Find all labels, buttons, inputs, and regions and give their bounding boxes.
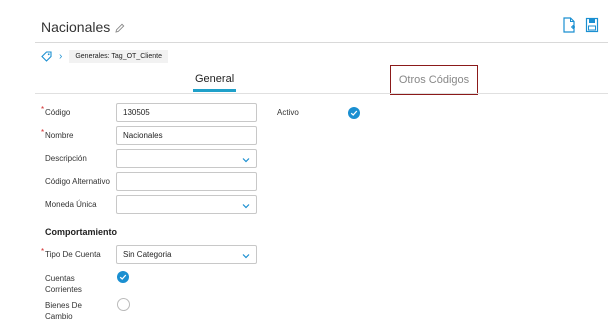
required-marker: * [41,105,45,114]
header-divider [35,42,608,43]
new-document-icon[interactable] [562,17,576,33]
descripcion-label: Descripción [45,154,87,163]
chevron-down-icon [242,252,250,258]
tab-otros-codigos[interactable]: Otros Códigos [390,65,478,95]
page-title: Nacionales [41,19,126,35]
tipo-cuenta-label-text: Tipo De Cuenta [45,250,101,259]
codigo-label-text: Código [45,108,71,117]
save-icon[interactable] [585,17,599,33]
descripcion-select[interactable] [116,149,257,168]
required-marker: * [41,128,45,137]
comportamiento-heading: Comportamiento [45,227,117,237]
nombre-label: * Nombre [41,128,74,140]
edit-pencil-icon[interactable] [114,21,126,33]
top-toolbar [562,17,599,33]
active-tab-underline [193,89,237,92]
bienes-cambio-checkbox[interactable] [117,298,130,311]
chevron-right-icon[interactable]: › [59,51,62,62]
tipo-cuenta-select[interactable]: Sin Categoria [116,245,257,264]
codigo-alternativo-field[interactable] [116,172,257,191]
codigo-value: 130505 [123,108,150,117]
page-title-text: Nacionales [41,19,111,35]
activo-checkbox[interactable] [348,107,360,119]
codigo-label: * Código [41,105,71,117]
moneda-unica-label: Moneda Única [45,200,97,209]
cuentas-corrientes-line2: Corrientes [45,285,82,294]
tag-icon[interactable] [41,51,52,62]
check-icon [119,274,127,280]
chevron-down-icon [242,202,250,208]
bienes-cambio-line1: Bienes De [45,301,82,310]
cuentas-corrientes-line1: Cuentas [45,274,75,283]
tabs-divider [35,93,608,94]
tab-general-label: General [195,73,235,85]
cuentas-corrientes-checkbox[interactable] [117,271,129,283]
activo-label: Activo [277,108,299,117]
required-marker: * [41,247,45,256]
moneda-unica-select[interactable] [116,195,257,214]
check-icon [350,110,358,116]
nombre-field[interactable]: Nacionales [116,126,257,145]
bienes-cambio-label: Bienes De Cambio [45,300,82,322]
tipo-cuenta-label: * Tipo De Cuenta [41,247,101,259]
tag-chip[interactable]: Generales: Tag_OT_Cliente [69,50,168,63]
tipo-cuenta-value: Sin Categoria [123,250,172,259]
codigo-field[interactable]: 130505 [116,103,257,122]
cuentas-corrientes-label: Cuentas Corrientes [45,273,82,295]
breadcrumb: › Generales: Tag_OT_Cliente [41,50,168,63]
tab-otros-codigos-label: Otros Códigos [398,74,470,86]
tab-general[interactable]: General [193,73,237,92]
chevron-down-icon [242,156,250,162]
codigo-alternativo-label: Código Alternativo [45,177,110,186]
bienes-cambio-line2: Cambio [45,312,73,321]
nombre-value: Nacionales [123,131,163,140]
nombre-label-text: Nombre [45,131,74,140]
